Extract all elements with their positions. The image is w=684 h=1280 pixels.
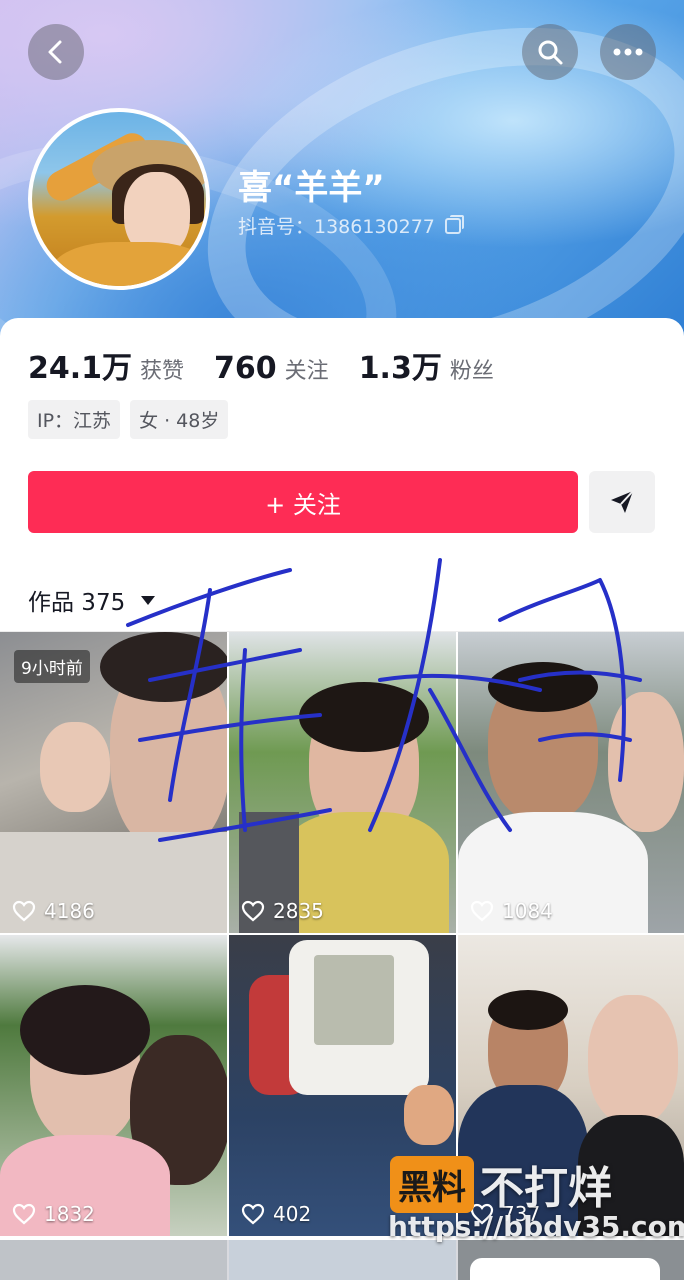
video-grid-next-row <box>0 1240 684 1280</box>
avatar[interactable] <box>28 108 210 290</box>
like-count-text: 1084 <box>502 899 553 923</box>
likes-label: 获赞 <box>140 359 185 384</box>
like-count-text: 402 <box>273 1202 312 1226</box>
tab-works[interactable]: 作品 375 <box>28 583 156 617</box>
works-tab-label: 作品 375 <box>28 590 126 616</box>
send-message-icon <box>611 490 634 513</box>
search-icon <box>538 40 563 65</box>
more-dots-icon <box>613 48 643 56</box>
video-tile[interactable]: 2835 <box>229 632 456 933</box>
followers-label[interactable]: 粉丝 <box>450 353 494 385</box>
video-tile[interactable]: 1084 <box>458 632 684 933</box>
profile-tags: IP：江苏 女 · 48岁 <box>28 400 229 439</box>
watermark: 黑料 不打烊 <box>390 1152 612 1216</box>
back-button[interactable] <box>28 24 84 80</box>
like-count-text: 2835 <box>273 899 324 923</box>
heart-icon <box>12 1203 36 1225</box>
douyin-id[interactable]: 抖音号：1386130277 <box>238 212 464 239</box>
following-label[interactable]: 关注 <box>285 353 329 385</box>
profile-nickname: 喜“羊羊” <box>238 168 385 208</box>
watermark-badge: 黑料 <box>390 1155 474 1213</box>
followers-count[interactable]: 1.3万 <box>359 343 442 387</box>
time-badge: 9小时前 <box>14 650 90 683</box>
like-count: 402 <box>241 1202 311 1226</box>
heart-icon <box>241 900 265 922</box>
like-count-text: 4186 <box>44 899 95 923</box>
send-message-button[interactable] <box>589 471 655 533</box>
copy-icon[interactable] <box>444 214 464 234</box>
like-count: 1084 <box>470 899 553 923</box>
likes-count: 24.1万 <box>28 351 133 386</box>
douyin-id-text: 抖音号：1386130277 <box>238 216 435 238</box>
back-arrow-icon <box>48 40 62 64</box>
profile-stats: 24.1万 获赞 760 关注 1.3万 粉丝 <box>28 343 524 387</box>
watermark-url: https://bbdv35.com <box>388 1210 684 1243</box>
video-tile[interactable]: 1832 <box>0 935 227 1236</box>
like-count: 1832 <box>12 1202 95 1226</box>
chevron-down-icon <box>141 595 156 605</box>
following-count[interactable]: 760 <box>214 351 277 386</box>
video-tile[interactable]: 9小时前 4186 <box>0 632 227 933</box>
follow-button-label: + 关注 <box>265 490 341 519</box>
watermark-text: 不打烊 <box>480 1163 612 1214</box>
ip-location-tag: IP：江苏 <box>28 400 121 439</box>
like-count: 2835 <box>241 899 324 923</box>
heart-icon <box>12 900 36 922</box>
gender-age-tag: 女 · 48岁 <box>130 400 229 439</box>
heart-icon <box>470 900 494 922</box>
like-count-text: 1832 <box>44 1202 95 1226</box>
search-button[interactable] <box>522 24 578 80</box>
follow-button[interactable]: + 关注 <box>28 471 578 533</box>
heart-icon <box>241 1203 265 1225</box>
more-button[interactable] <box>600 24 656 80</box>
like-count: 4186 <box>12 899 95 923</box>
